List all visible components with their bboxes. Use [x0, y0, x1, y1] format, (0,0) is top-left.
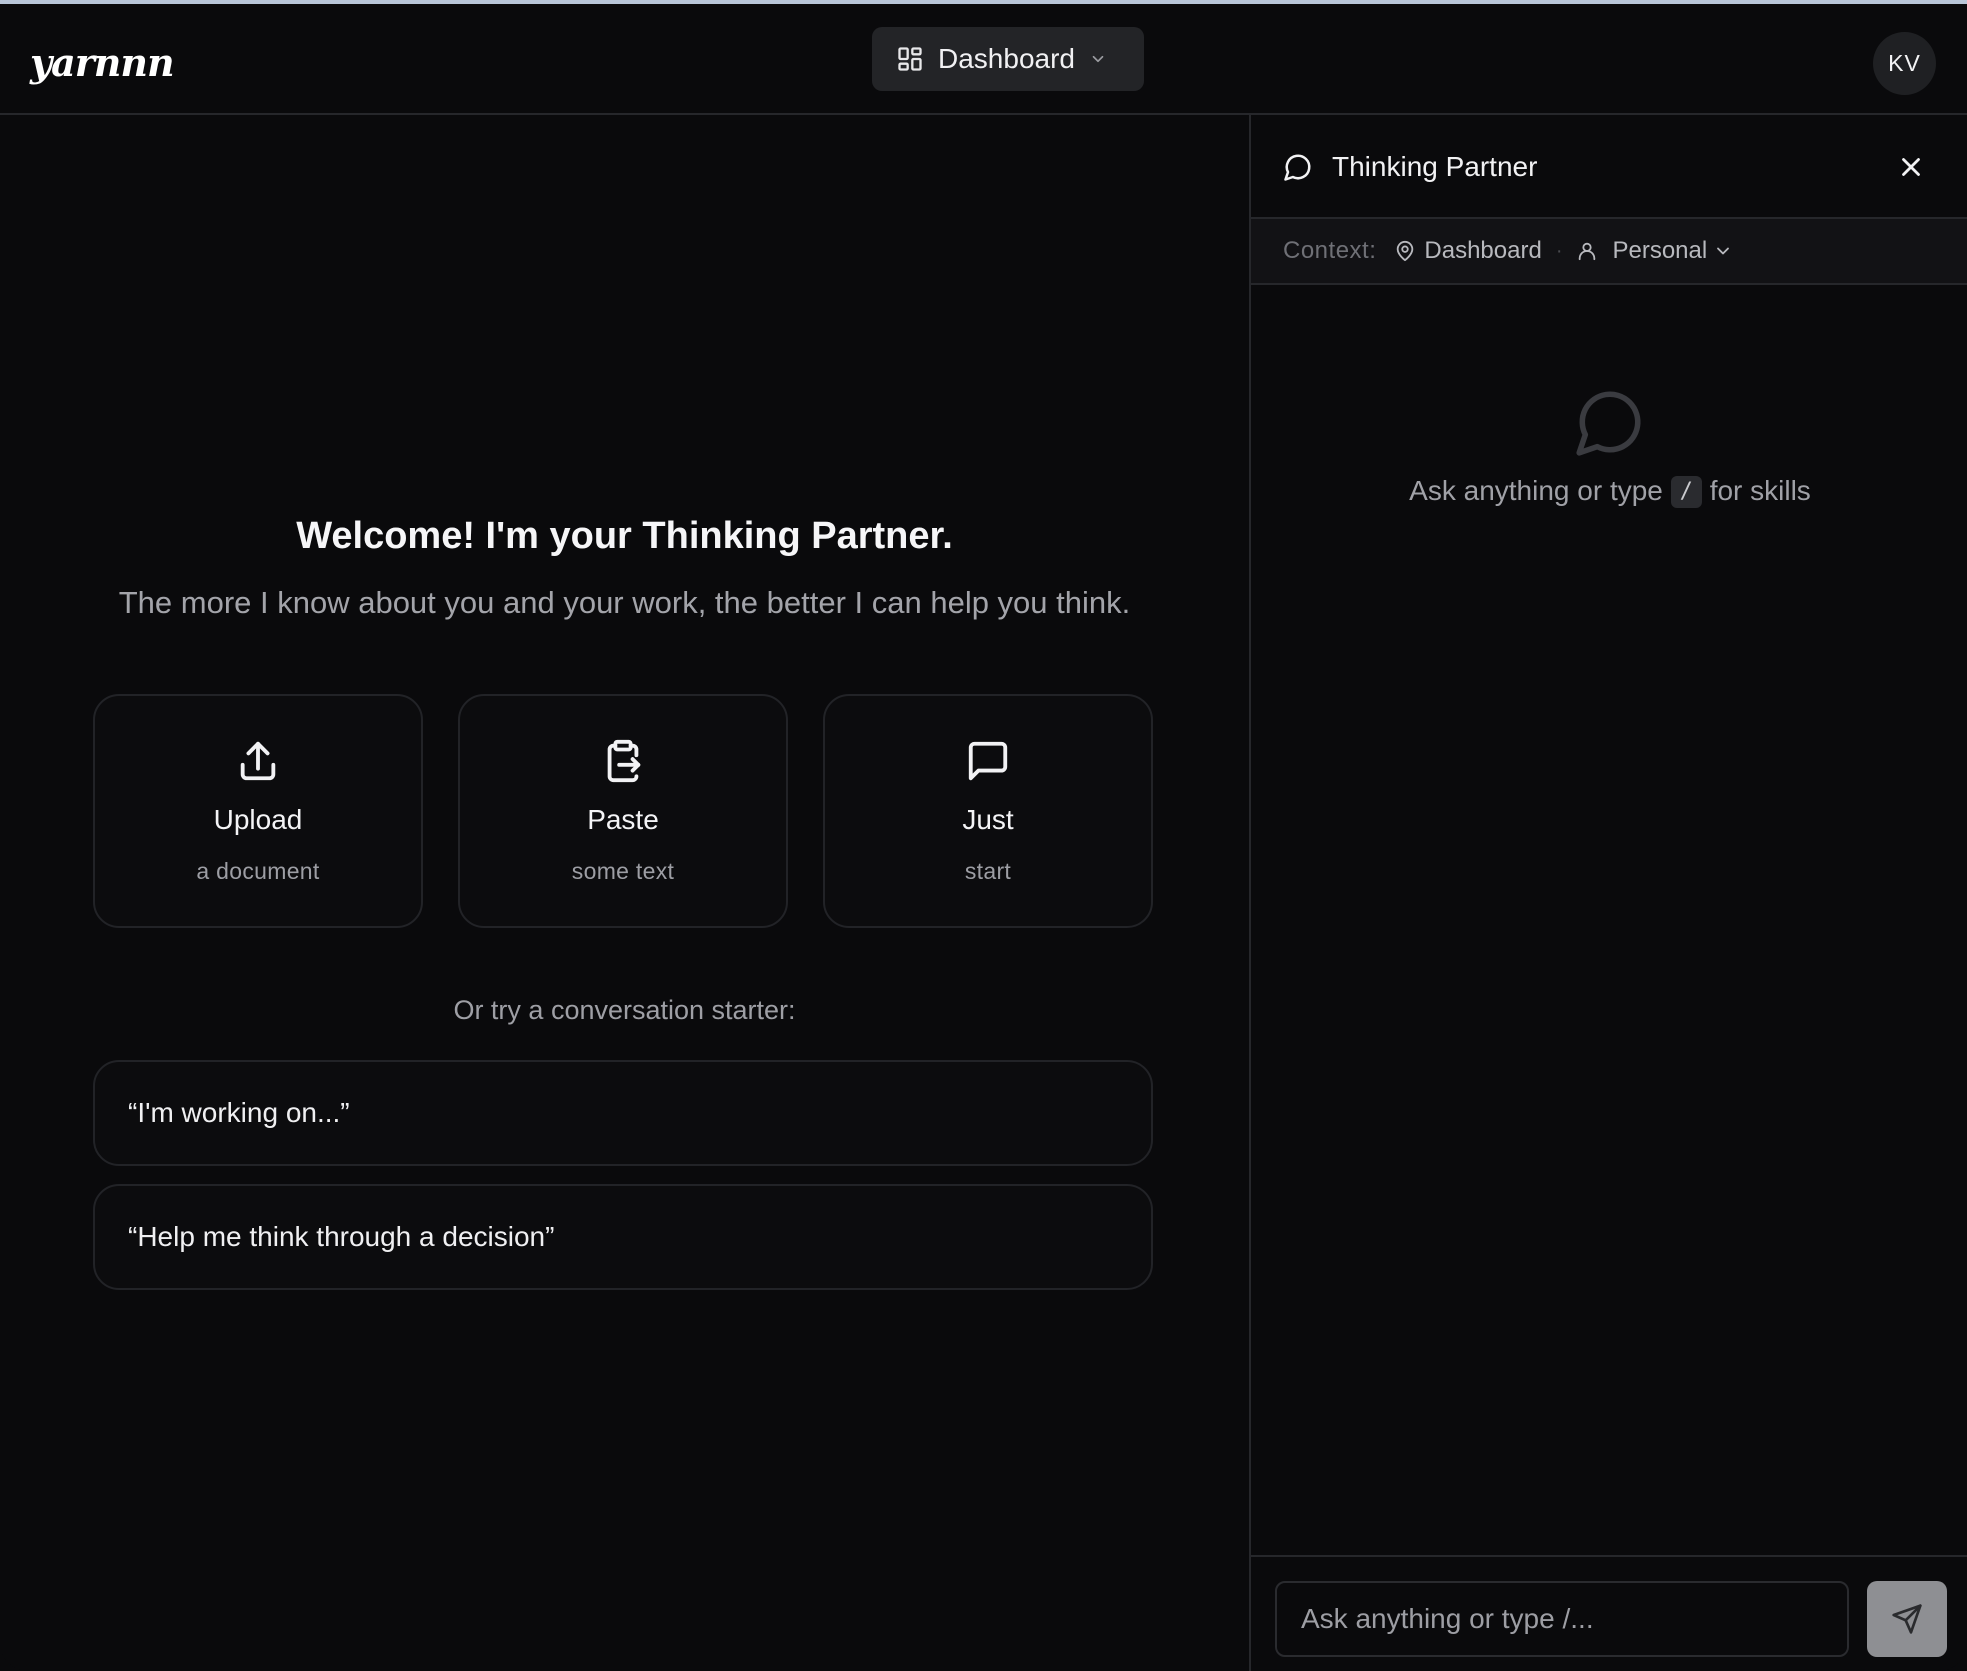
send-icon [1892, 1604, 1922, 1634]
chat-composer [1251, 1555, 1967, 1671]
context-location: Dashboard [1424, 237, 1542, 264]
welcome-heading: Welcome! I'm your Thinking Partner. [296, 515, 953, 557]
card-title: Paste [587, 804, 659, 835]
message-circle-icon [1576, 391, 1641, 456]
context-scope: Personal [1612, 237, 1708, 264]
dashboard-nav-dropdown[interactable]: Dashboard [872, 27, 1144, 91]
card-subtitle: start [964, 858, 1012, 884]
chevron-down-icon [1717, 247, 1730, 255]
thinking-partner-panel: Thinking Partner Context: Dashboard · Pe… [1249, 115, 1967, 1671]
map-pin-icon [1397, 240, 1414, 262]
panel-header: Thinking Partner [1251, 115, 1967, 219]
chat-input[interactable] [1275, 1581, 1849, 1657]
upload-icon [240, 741, 276, 781]
app-logo[interactable]: yarnnn [30, 40, 175, 85]
hint-suffix: for skills [1709, 475, 1811, 506]
context-bar: Context: Dashboard · Personal [1251, 219, 1967, 285]
send-button[interactable] [1867, 1581, 1947, 1657]
welcome-subtitle: The more I know about you and your work,… [118, 585, 1131, 620]
user-icon [1579, 242, 1596, 261]
top-header: yarnnn Dashboard KV [0, 4, 1967, 115]
hint-prefix: Ask anything or type [1409, 475, 1663, 506]
layout-grid-icon [898, 47, 922, 71]
starter-label: Or try a conversation starter: [453, 995, 796, 1025]
card-subtitle: some text [571, 858, 675, 884]
empty-state-hint: Ask anything or type / for skills [1251, 475, 1967, 508]
just-start-card[interactable]: Just start [823, 694, 1153, 928]
starter-decision[interactable]: “Help me think through a decision” [93, 1184, 1153, 1290]
main-content: Welcome! I'm your Thinking Partner. The … [0, 115, 1249, 1671]
app-window: yarnnn Dashboard KV Welcome! I'm your Th… [0, 4, 1967, 1671]
starter-working-on[interactable]: “I'm working on...” [93, 1060, 1153, 1166]
card-subtitle: a document [196, 858, 320, 884]
close-icon[interactable] [1896, 152, 1926, 182]
clipboard-paste-icon [607, 739, 641, 783]
dashboard-nav-label: Dashboard [938, 43, 1075, 74]
upload-document-card[interactable]: Upload a document [93, 694, 423, 928]
card-title: Upload [213, 804, 303, 835]
context-separator: · [1555, 239, 1563, 262]
context-label: Context: [1283, 237, 1377, 264]
panel-title: Thinking Partner [1332, 151, 1538, 182]
onboarding-cards: Upload a document Paste some text Just s… [93, 694, 1153, 928]
card-title: Just [962, 804, 1014, 835]
slash-key-badge: / [1670, 476, 1702, 508]
message-square-icon [968, 741, 1008, 781]
user-avatar[interactable]: KV [1873, 32, 1936, 95]
chevron-down-icon [1092, 55, 1104, 63]
paste-text-card[interactable]: Paste some text [458, 694, 788, 928]
message-circle-icon [1284, 154, 1311, 181]
context-scope-dropdown[interactable]: Personal [1576, 237, 1733, 265]
